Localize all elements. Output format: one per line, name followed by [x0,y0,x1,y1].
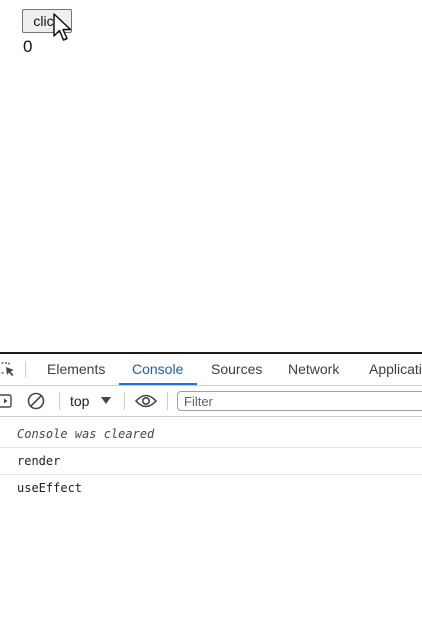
page: click 0 Elements Console Sources Network… [0,0,422,626]
tab-network[interactable]: Network [288,354,339,385]
dropdown-arrow-icon[interactable] [101,397,111,405]
toolbar-separator [167,392,168,410]
tab-elements[interactable]: Elements [47,354,105,385]
console-message: Console was cleared [0,421,422,448]
eye-icon[interactable] [135,393,157,409]
devtools-tabbar: Elements Console Sources Network Applica… [0,354,422,386]
console-messages: Console was cleared render useEffect [0,421,422,501]
console-message: useEffect [17,481,83,495]
active-tab-indicator [119,383,197,385]
clear-console-icon[interactable] [27,392,45,410]
tab-sources[interactable]: Sources [211,354,262,385]
filter-input[interactable] [177,391,422,411]
mouse-pointer-icon [53,13,72,41]
devtools-panel: Elements Console Sources Network Applica… [0,352,422,626]
tab-console[interactable]: Console [132,354,183,385]
sidebar-toggle-icon[interactable] [0,394,12,408]
tab-application[interactable]: Application [369,354,422,385]
console-toolbar: top [0,386,422,417]
toolbar-separator [59,392,60,410]
console-message: render [0,448,422,475]
toolbar-separator [124,392,125,410]
inspect-element-icon[interactable] [0,361,16,377]
counter-value: 0 [23,37,33,56]
tabbar-divider [25,361,26,378]
context-selector[interactable]: top [70,386,89,416]
